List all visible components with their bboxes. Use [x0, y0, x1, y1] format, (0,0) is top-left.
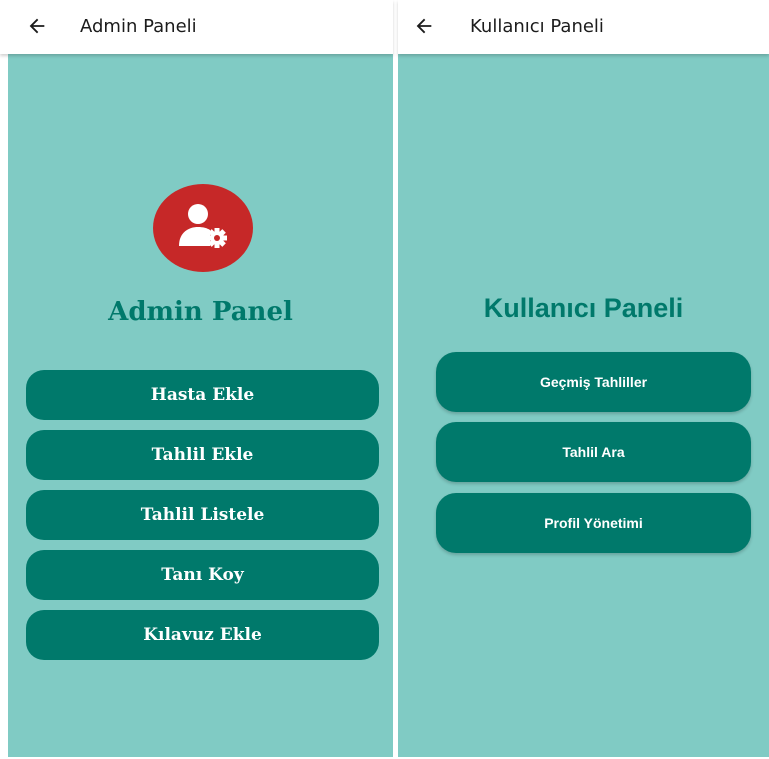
user-heading: Kullanıcı Paneli — [483, 293, 684, 323]
admin-heading: Admin Panel — [108, 297, 293, 327]
admin-app-bar-title: Admin Paneli — [80, 16, 197, 37]
admin-screen: Admin Paneli Admin Panel Hasta Ekle Tahl… — [0, 0, 393, 759]
user-content: Kullanıcı Paneli Geçmiş Tahliller Tahlil… — [398, 54, 769, 757]
hasta-ekle-button[interactable]: Hasta Ekle — [26, 370, 379, 420]
tahlil-listele-button[interactable]: Tahlil Listele — [26, 490, 379, 540]
kilavuz-ekle-button[interactable]: Kılavuz Ekle — [26, 610, 379, 660]
user-screen: Kullanıcı Paneli Kullanıcı Paneli Geçmiş… — [398, 0, 769, 759]
tahlil-ekle-button[interactable]: Tahlil Ekle — [26, 430, 379, 480]
tahlil-ara-button[interactable]: Tahlil Ara — [436, 422, 751, 482]
admin-settings-icon — [179, 204, 227, 248]
admin-avatar — [153, 184, 253, 272]
back-arrow-icon[interactable] — [413, 15, 435, 37]
admin-content: Admin Panel Hasta Ekle Tahlil Ekle Tahli… — [8, 54, 393, 757]
tani-koy-button[interactable]: Tanı Koy — [26, 550, 379, 600]
back-arrow-icon[interactable] — [26, 15, 48, 37]
admin-app-bar: Admin Paneli — [0, 0, 393, 54]
profil-yonetimi-button[interactable]: Profil Yönetimi — [436, 493, 751, 553]
user-app-bar: Kullanıcı Paneli — [398, 0, 769, 54]
user-app-bar-title: Kullanıcı Paneli — [470, 16, 604, 37]
gecmis-tahliller-button[interactable]: Geçmiş Tahliller — [436, 352, 751, 412]
